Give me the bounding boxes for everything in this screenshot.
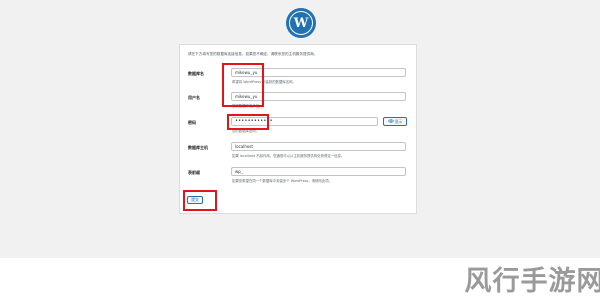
wordpress-logo: W <box>286 8 316 38</box>
db-name-hint: 希望将 WordPress 安装到的数据库名称。 <box>232 80 296 84</box>
username-label: 用户名 <box>188 95 200 100</box>
form-intro: 请在下方填写您的数据库连接信息。如果您不确定，请联系您的主机服务提供商。 <box>188 52 318 56</box>
username-hint: 您的数据库用户名。 <box>232 104 263 108</box>
table-prefix-input[interactable]: wp_ <box>231 167 406 176</box>
password-input[interactable]: •••••••••••• <box>231 117 378 126</box>
show-password-label: 显示 <box>394 118 403 124</box>
table-prefix-label: 表前缀 <box>188 170 200 175</box>
show-password-button[interactable]: 显示 <box>383 117 407 126</box>
password-hint: 您的数据库密码。 <box>232 129 260 133</box>
db-setup-form: 请在下方填写您的数据库连接信息。如果您不确定，请联系您的主机服务提供商。 数据库… <box>179 44 417 214</box>
eye-icon <box>387 119 394 124</box>
wordpress-logo-icon: W <box>289 11 313 35</box>
table-prefix-hint: 如果您希望在同一个数据库中安装多个 WordPress，请修改此项。 <box>232 179 333 183</box>
db-name-input[interactable]: mikewu_yu <box>231 68 406 77</box>
db-host-input[interactable]: localhost <box>231 142 406 151</box>
site-watermark: 风行手游网 <box>464 265 600 297</box>
password-label: 密码 <box>188 120 196 125</box>
submit-button[interactable]: 提交 <box>187 196 203 204</box>
db-host-hint: 如果 localhost 不起作用，您通常可以从主机服务提供商处获得这一信息。 <box>232 154 345 158</box>
db-host-label: 数据库主机 <box>188 145 208 150</box>
username-input[interactable]: mikewu_yu <box>231 92 406 101</box>
db-name-label: 数据库名 <box>188 71 204 76</box>
